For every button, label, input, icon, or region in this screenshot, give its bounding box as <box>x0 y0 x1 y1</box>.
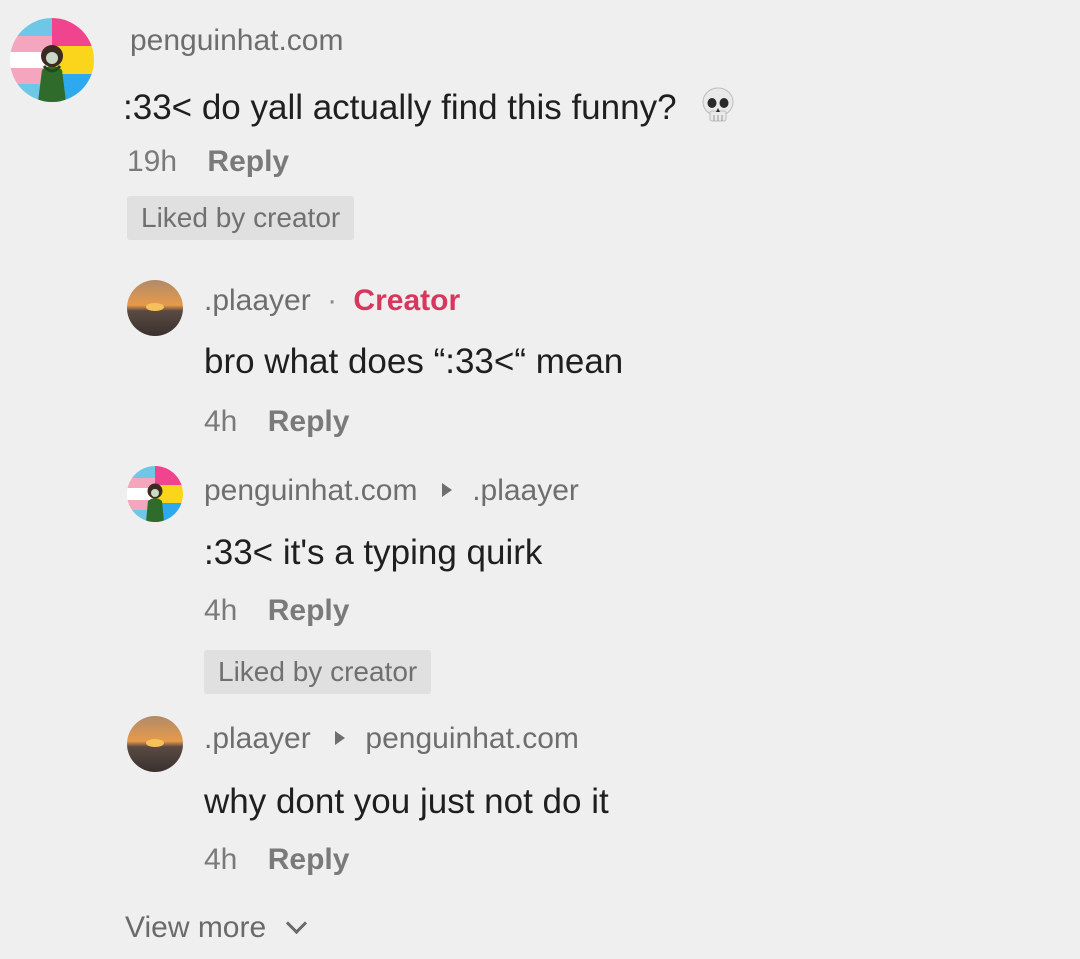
avatar[interactable] <box>127 716 183 772</box>
pride-flag-avatar-icon <box>10 18 94 102</box>
comment-meta: 4h Reply <box>204 594 349 628</box>
pride-flag-avatar-icon <box>127 466 183 522</box>
comment-text: bro what does “:33<“ mean <box>204 342 624 381</box>
avatar[interactable] <box>10 18 94 102</box>
comment-username[interactable]: penguinhat.com <box>130 24 344 58</box>
comment-meta: 4h Reply <box>204 843 349 877</box>
comment-time: 4h <box>204 594 238 627</box>
creator-tag: Creator <box>353 284 461 317</box>
avatar[interactable] <box>127 466 183 522</box>
avatar[interactable] <box>127 280 183 336</box>
sunset-avatar-icon <box>127 280 183 336</box>
liked-by-creator-badge: Liked by creator <box>204 650 432 694</box>
comment-username[interactable]: .plaayer <box>204 722 311 755</box>
comment-meta: 19h Reply <box>127 145 289 179</box>
comment-meta: 4h Reply <box>204 405 349 439</box>
reply-button[interactable]: Reply <box>268 843 350 876</box>
play-arrow-icon <box>441 483 452 498</box>
reply-button[interactable]: Reply <box>268 594 350 627</box>
view-more-label: View more <box>125 911 267 944</box>
comment-username[interactable]: penguinhat.com <box>204 474 418 507</box>
comment-time: 19h <box>127 145 178 178</box>
skull-emoji-icon <box>698 85 738 134</box>
view-more-button[interactable]: View more <box>125 911 307 945</box>
reply-button[interactable]: Reply <box>268 405 350 438</box>
sunset-avatar-icon <box>127 716 183 772</box>
comment-time: 4h <box>204 843 238 876</box>
comment-text-content: :33< do yall actually find this funny? <box>123 87 677 127</box>
comment-thread: penguinhat.com :33< do yall actually fin… <box>0 0 1080 959</box>
reply-button[interactable]: Reply <box>207 145 289 178</box>
comment-username-row: penguinhat.com .plaayer <box>204 474 579 508</box>
comment-username-row: .plaayer · Creator <box>204 284 460 318</box>
liked-by-creator-badge: Liked by creator <box>127 196 355 240</box>
play-arrow-icon <box>335 731 346 746</box>
comment-text: :33< do yall actually find this funny? <box>123 85 738 134</box>
chevron-down-icon <box>285 912 307 935</box>
comment-username[interactable]: .plaayer <box>204 284 311 317</box>
comment-text: why dont you just not do it <box>204 782 609 821</box>
reply-to-username[interactable]: penguinhat.com <box>365 722 579 755</box>
comment-username-row: .plaayer penguinhat.com <box>204 722 579 756</box>
comment-time: 4h <box>204 405 238 438</box>
separator-dot: · <box>327 284 338 317</box>
comment-text: :33< it's a typing quirk <box>204 533 543 572</box>
reply-to-username[interactable]: .plaayer <box>472 474 579 507</box>
